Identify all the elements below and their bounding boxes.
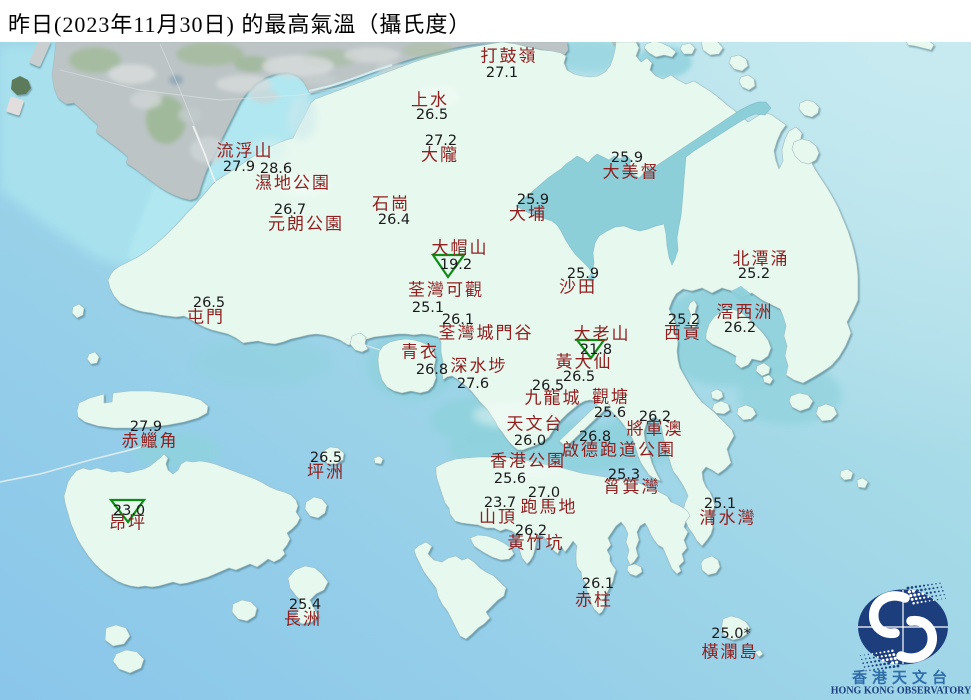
mainland-texture-patch (262, 55, 334, 77)
mainland-texture-patch (344, 47, 400, 63)
land-tint-patch (279, 174, 331, 196)
inner-water-patch (192, 336, 332, 388)
land-tint-patch (416, 86, 460, 106)
mainland-texture-patch (190, 137, 226, 163)
land-tint-patch (498, 462, 562, 478)
map-title: 昨日(2023年11月30日) 的最高氣溫（攝氏度） (8, 12, 472, 37)
hong-kong-map (0, 0, 971, 700)
land-tint-patch (250, 138, 286, 162)
mainland-texture-patch (250, 89, 278, 103)
hko-logo-chinese-name: 香港天文台 (851, 670, 953, 687)
mainland-texture-patch (130, 91, 162, 109)
mainland-texture-patch (176, 42, 244, 66)
mainland-texture-patch (304, 74, 336, 86)
land-tint-patch (473, 402, 557, 428)
tsing-yi-island (377, 338, 437, 394)
hko-max-temperature-map: 打鼓嶺 27.1 上水 26.5 大隴 27.2 流浮山 27.9 濕地公園 28.6 元朗公園 26… (0, 0, 971, 700)
hko-logo-english-name: HONG KONG OBSERVATORY (830, 685, 971, 697)
mainland-texture-patch (108, 64, 156, 84)
land-tint-patch (288, 96, 316, 140)
title-bar: 昨日(2023年11月30日) 的最高氣溫（攝氏度） (0, 0, 971, 42)
